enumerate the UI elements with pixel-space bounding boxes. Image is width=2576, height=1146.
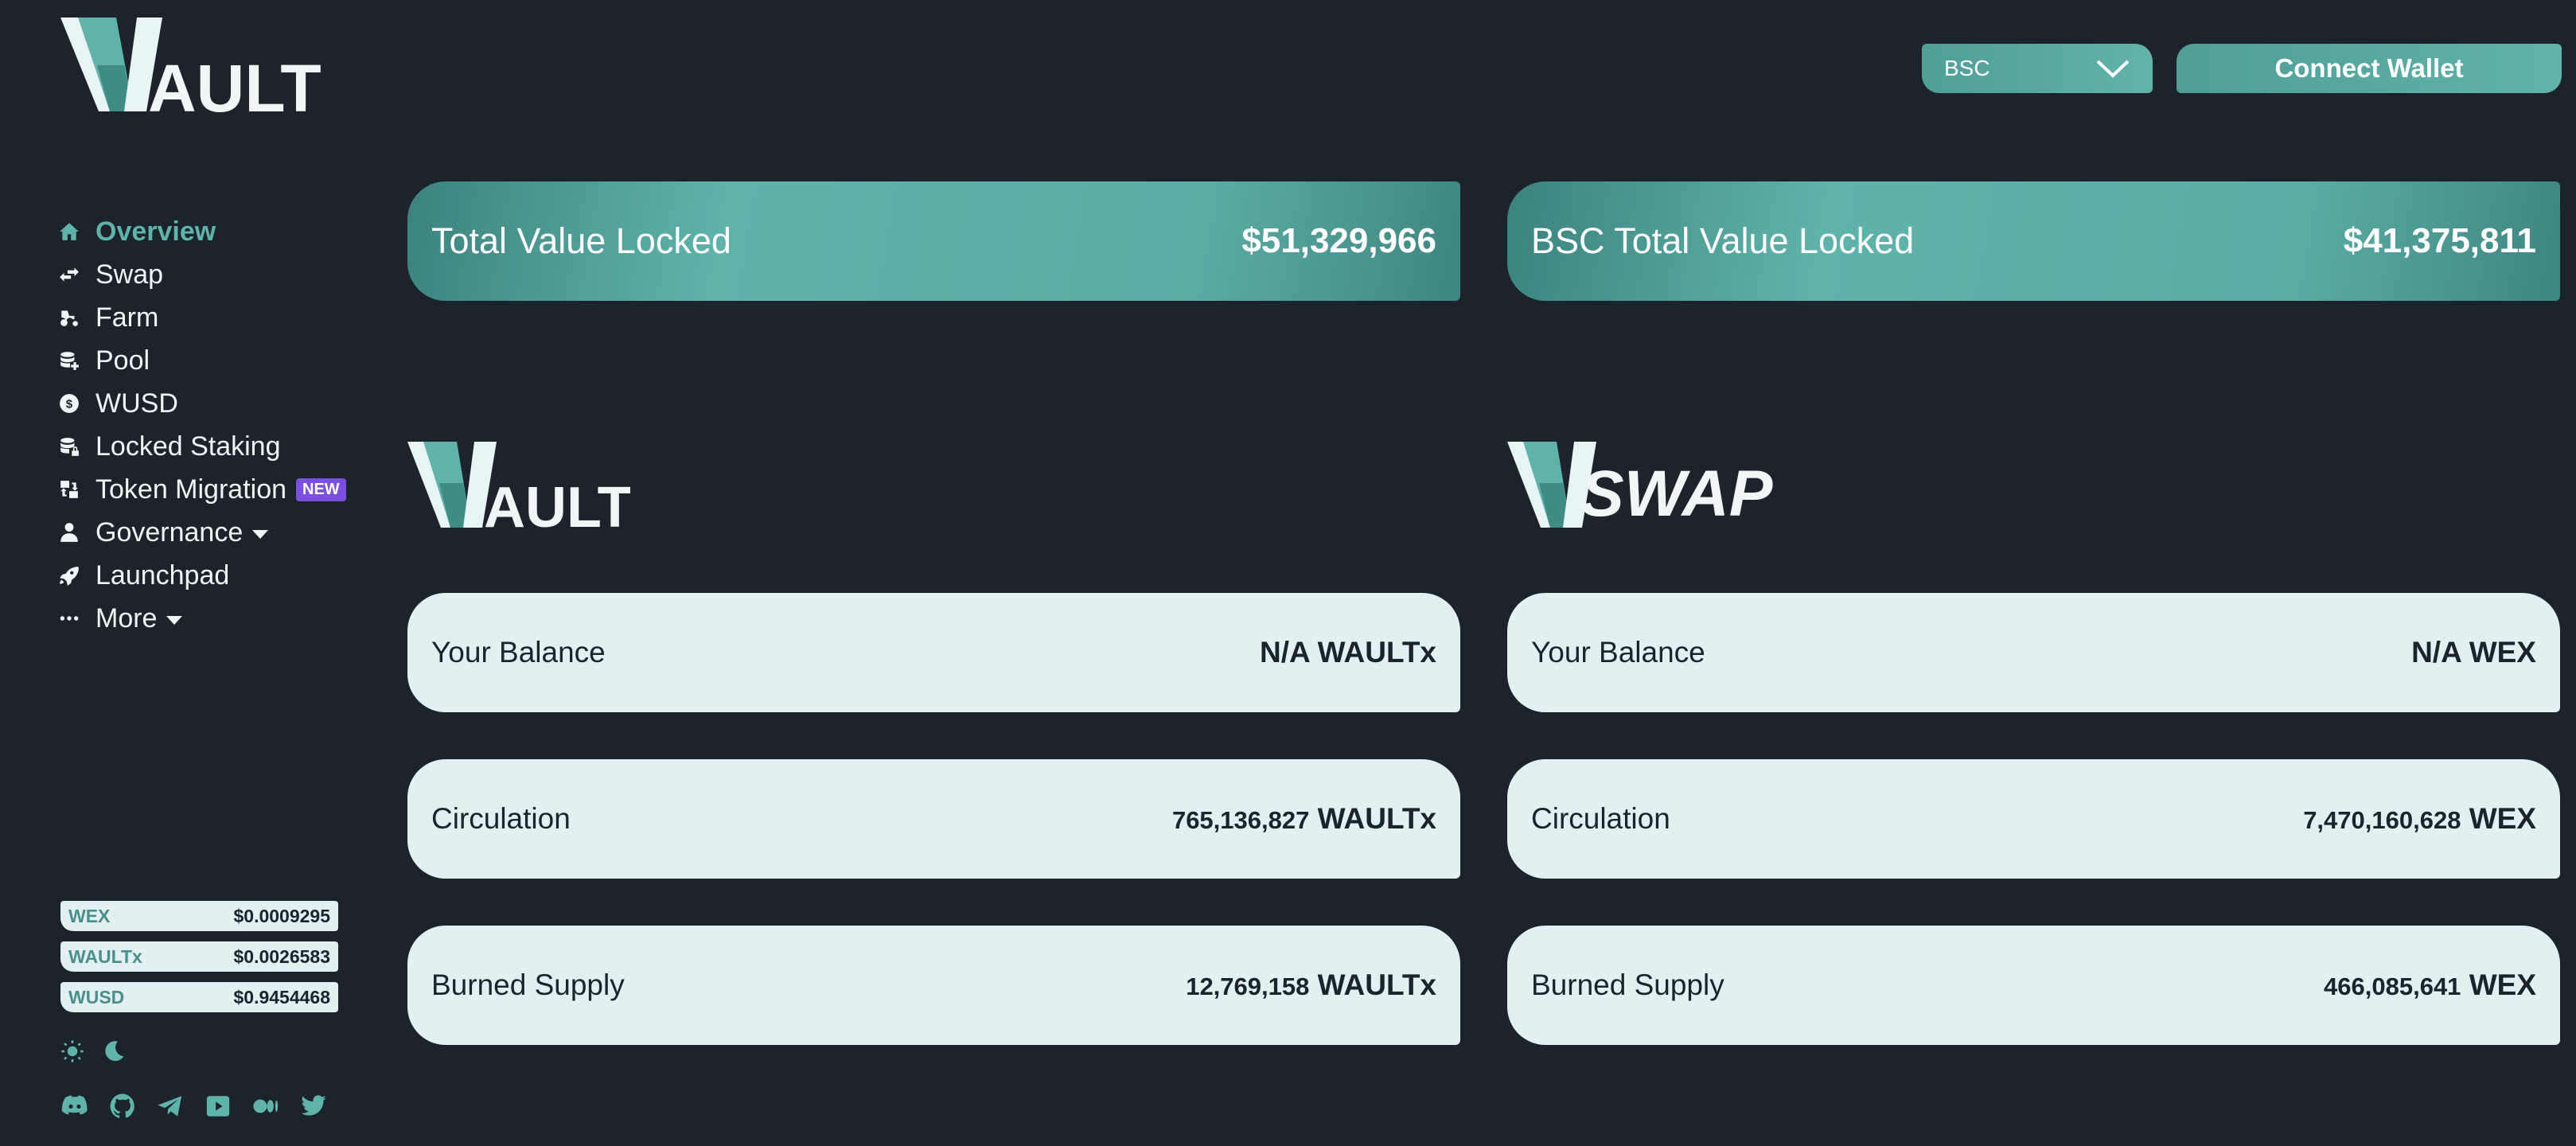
tractor-icon (59, 307, 80, 328)
circulation-label: Circulation (1531, 802, 1670, 835)
wswap-burned-supply-card: Burned Supply 466,085,641 WEX (1507, 926, 2560, 1045)
sidebar-item-label: More (95, 602, 158, 633)
sidebar-item-token-migration[interactable]: Token Migration NEW (59, 468, 346, 511)
medium-icon[interactable] (251, 1093, 280, 1120)
sidebar-item-label: Overview (95, 216, 216, 247)
discord-icon[interactable] (60, 1093, 89, 1120)
burned-value: 12,769,158 WAULTx (1186, 969, 1436, 1002)
wault-circulation-card: Circulation 765,136,827 WAULTx (407, 759, 1460, 879)
sidebar-item-label: Swap (95, 259, 164, 290)
burned-unit: WEX (2469, 969, 2536, 1001)
dollar-coin-icon: $ (59, 393, 80, 414)
sidebar-nav: Overview Swap Farm Pool $ WUSD Locked St… (59, 210, 346, 640)
wault-balance-card: Your Balance N/A WAULTx (407, 593, 1460, 712)
sidebar-item-label: Governance (95, 516, 244, 548)
token-name: WAULTx (68, 945, 142, 967)
database-lock-icon (59, 436, 80, 457)
sidebar-item-label: WUSD (95, 388, 178, 419)
token-name: WEX (68, 905, 111, 926)
chain-select[interactable]: BSC (1922, 44, 2153, 93)
circulation-number: 7,470,160,628 (2303, 806, 2461, 834)
burned-value: 466,085,641 WEX (2324, 969, 2536, 1002)
burned-number: 12,769,158 (1186, 973, 1310, 1000)
sidebar: AULT Overview Swap Farm Pool $ WUSD Lock… (0, 0, 374, 1146)
svg-text:AULT: AULT (148, 51, 322, 121)
price-row-wex[interactable]: WEX $0.0009295 (60, 901, 338, 931)
token-price-list: WEX $0.0009295 WAULTx $0.0026583 WUSD $0… (60, 901, 338, 1023)
total-value-locked-card: Total Value Locked $51,329,966 (407, 181, 1460, 301)
circulation-value: 765,136,827 WAULTx (1172, 802, 1436, 836)
circulation-value: 7,470,160,628 WEX (2303, 802, 2536, 836)
social-links (60, 1093, 328, 1120)
token-price: $0.0009295 (233, 905, 330, 926)
chevron-down-icon (252, 529, 269, 539)
burned-label: Burned Supply (1531, 969, 1724, 1001)
wault-burned-supply-card: Burned Supply 12,769,158 WAULTx (407, 926, 1460, 1045)
chain-select-value: BSC (1944, 56, 1990, 80)
sidebar-item-label: Launchpad (95, 559, 230, 591)
bsc-tvl-label: BSC Total Value Locked (1531, 220, 1915, 261)
circulation-number: 765,136,827 (1171, 806, 1310, 834)
wswap-balance-card: Your Balance N/A WEX (1507, 593, 2560, 712)
bsc-total-value-locked-card: BSC Total Value Locked $41,375,811 (1507, 181, 2560, 301)
sidebar-item-overview[interactable]: Overview (59, 210, 346, 253)
chevron-down-icon (166, 615, 183, 625)
migration-icon (59, 479, 80, 500)
swap-icon (59, 264, 80, 285)
rocket-icon (59, 565, 80, 586)
chevron-down-icon (2096, 60, 2130, 78)
sidebar-item-more[interactable]: More (59, 597, 346, 640)
token-name: WUSD (68, 986, 125, 1008)
wault-logo[interactable]: AULT (60, 18, 331, 121)
balance-label: Your Balance (1531, 636, 1705, 668)
sidebar-item-label: Locked Staking (95, 431, 281, 462)
tvl-value: $51,329,966 (1241, 221, 1436, 260)
tvl-label: Total Value Locked (431, 220, 731, 261)
svg-text:SWAP: SWAP (1580, 458, 1773, 530)
price-row-wusd[interactable]: WUSD $0.9454468 (60, 982, 338, 1012)
github-icon[interactable] (108, 1093, 137, 1120)
price-row-waultx[interactable]: WAULTx $0.0026583 (60, 941, 338, 972)
moon-icon[interactable] (102, 1039, 126, 1063)
balance-label: Your Balance (431, 636, 606, 668)
sidebar-item-pool[interactable]: Pool (59, 339, 346, 382)
circulation-unit: WEX (2469, 802, 2536, 835)
svg-text:$: $ (66, 397, 73, 411)
sidebar-item-swap[interactable]: Swap (59, 253, 346, 296)
sidebar-item-farm[interactable]: Farm (59, 296, 346, 339)
sidebar-item-launchpad[interactable]: Launchpad (59, 554, 346, 597)
sun-icon[interactable] (60, 1039, 84, 1063)
wswap-circulation-card: Circulation 7,470,160,628 WEX (1507, 759, 2560, 879)
circulation-unit: WAULTx (1317, 802, 1436, 835)
youtube-icon[interactable] (204, 1093, 232, 1120)
connect-wallet-button[interactable]: Connect Wallet (2177, 44, 2562, 93)
sidebar-item-label: Pool (95, 345, 150, 376)
sidebar-item-locked-staking[interactable]: Locked Staking (59, 425, 346, 468)
wault-token-logo: AULT (407, 442, 630, 537)
database-plus-icon (59, 350, 80, 371)
sidebar-item-label: Farm (95, 302, 159, 333)
burned-unit: WAULTx (1317, 969, 1436, 1001)
sidebar-item-wusd[interactable]: $ WUSD (59, 382, 346, 425)
user-tie-icon (59, 522, 80, 543)
token-price: $0.9454468 (233, 986, 330, 1008)
twitter-icon[interactable] (299, 1093, 328, 1120)
theme-toggle (60, 1039, 126, 1063)
svg-text:AULT: AULT (484, 476, 630, 537)
circulation-label: Circulation (431, 802, 571, 835)
burned-label: Burned Supply (431, 969, 625, 1001)
ellipsis-icon (59, 608, 80, 629)
burned-number: 466,085,641 (2324, 973, 2461, 1000)
wswap-logo: SWAP (1507, 442, 1773, 530)
telegram-icon[interactable] (156, 1093, 185, 1120)
new-badge: NEW (296, 477, 346, 501)
balance-value: N/A WAULTx (1260, 636, 1436, 668)
header-controls: BSC Connect Wallet (1922, 44, 2562, 93)
token-price: $0.0026583 (233, 945, 330, 967)
home-icon (59, 221, 80, 242)
sidebar-item-governance[interactable]: Governance (59, 511, 346, 554)
balance-value: N/A WEX (2411, 636, 2536, 668)
bsc-tvl-value: $41,375,811 (2343, 221, 2536, 260)
sidebar-item-label: Token Migration (95, 474, 287, 505)
